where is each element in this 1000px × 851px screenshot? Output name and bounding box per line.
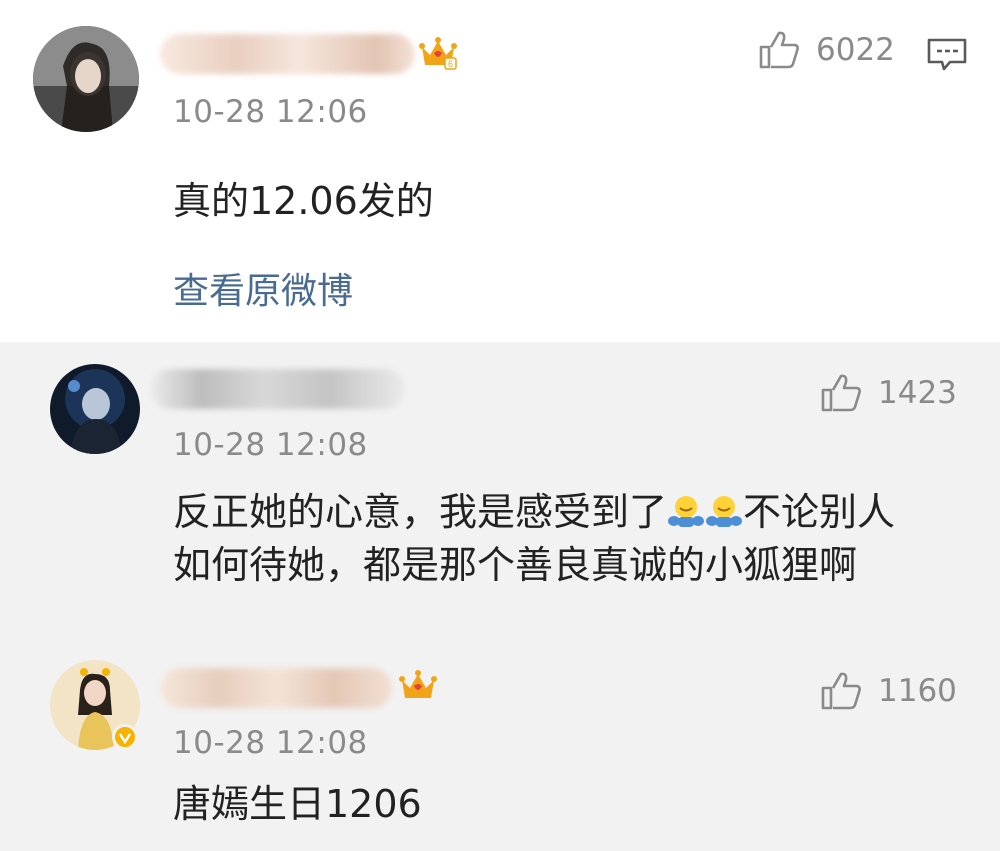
comment-text: 反正她的心意，我是感受到了 不论别人 如何待她，都是那个善良真诚的小狐狸啊 xyxy=(173,486,953,592)
comment-text-part: 如何待她，都是那个善良真诚的小狐狸啊 xyxy=(173,543,858,587)
comment-item[interactable]: 6 10-28 12:06 真的12.06发的 查看原微博 6022 xyxy=(0,0,1000,342)
like-button[interactable]: 1423 xyxy=(820,373,957,413)
crown-icon xyxy=(399,670,437,698)
comment-item[interactable]: 10-28 12:08 反正她的心意，我是感受到了 不论别人 如何待她，都是那个… xyxy=(0,342,1000,638)
like-count: 6022 xyxy=(816,32,895,68)
view-original-link[interactable]: 查看原微博 xyxy=(173,262,353,314)
thumbs-up-icon xyxy=(821,374,861,412)
svg-text:6: 6 xyxy=(448,59,453,69)
comment-time: 10-28 12:08 xyxy=(173,725,368,761)
hug-emoji xyxy=(706,496,743,527)
like-button[interactable]: 1160 xyxy=(820,671,957,711)
comment-time: 10-28 12:08 xyxy=(173,427,368,463)
comment-time: 10-28 12:06 xyxy=(173,94,368,130)
comment-text-part: 不论别人 xyxy=(743,490,896,534)
thumbs-up-icon xyxy=(821,672,861,710)
crown-icon: 6 xyxy=(419,37,457,70)
like-count: 1160 xyxy=(878,673,957,709)
like-button[interactable]: 6022 xyxy=(758,30,895,70)
thumbs-up-icon xyxy=(759,31,799,69)
like-count: 1423 xyxy=(878,375,957,411)
avatar[interactable] xyxy=(33,26,139,132)
comment-text: 唐嫣生日1206 xyxy=(173,782,422,826)
comment-text: 真的12.06发的 xyxy=(173,179,434,223)
username[interactable] xyxy=(160,34,415,74)
comment-icon[interactable] xyxy=(926,37,968,73)
username[interactable] xyxy=(150,369,405,409)
comment-item[interactable]: 10-28 12:08 唐嫣生日1206 1160 xyxy=(0,638,1000,851)
comment-text-part: 反正她的心意，我是感受到了 xyxy=(173,490,668,534)
avatar[interactable] xyxy=(50,364,140,454)
verified-badge-icon xyxy=(112,724,138,750)
hug-emoji xyxy=(668,496,705,527)
username[interactable] xyxy=(160,668,392,708)
